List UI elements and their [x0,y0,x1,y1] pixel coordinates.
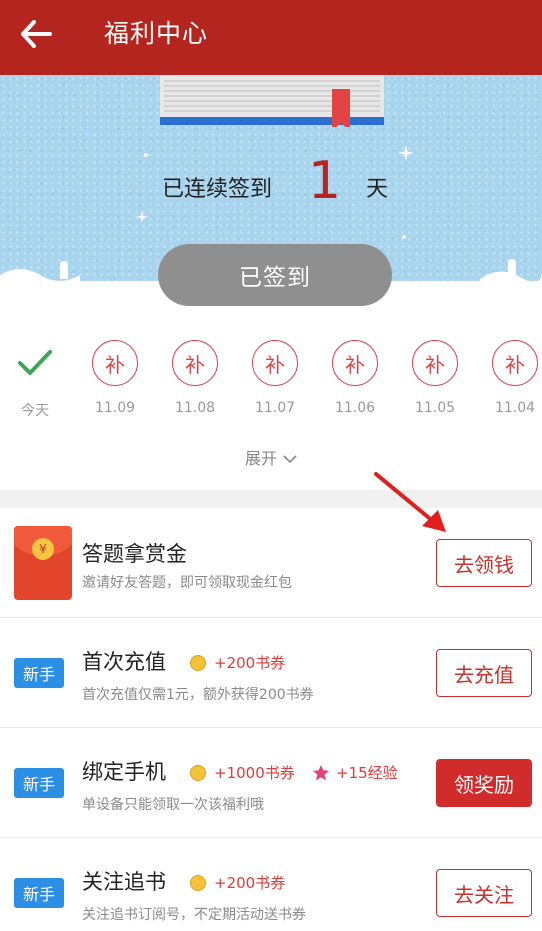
newbie-badge: 新手 [14,658,64,688]
checkin-day-strip: 今天 补 11.09 补 11.08 补 11.07 补 11.06 补 11.… [0,330,542,430]
arrow-left-icon [21,20,52,48]
day-label: 11.07 [254,400,296,416]
top-bar: 福利中心 [0,0,542,75]
checkin-suffix: 天 [366,177,389,202]
back-button[interactable] [14,12,58,56]
expand-label: 展开 [244,449,277,468]
task-row: 新手 关注追书 +200书券 关注追书订阅号，不定期活动送书券 去关注 [0,838,542,931]
makeup-checkin-button[interactable]: 补 [92,340,138,386]
checkin-days-count: 1 [308,151,342,211]
makeup-checkin-button[interactable]: 补 [492,340,538,386]
makeup-checkin-button[interactable]: 补 [172,340,218,386]
newbie-badge: 新手 [14,768,64,798]
day-label: 11.06 [334,400,376,416]
day-item[interactable]: 补 11.08 [160,330,230,416]
task-name: 关注追书 [82,870,166,894]
task-reward-exp: +15经验 [312,762,398,783]
makeup-checkin-button[interactable]: 补 [252,340,298,386]
section-divider [0,490,542,508]
task-row: ¥ 答题拿赏金 邀请好友答题，即可领取现金红包 去领钱 [0,508,542,618]
coin-icon [190,874,206,891]
signed-in-button[interactable]: 已签到 [158,244,392,306]
coin-icon [190,764,206,781]
coin-icon [190,654,206,671]
book-icon [160,75,384,127]
sparkle-icon [136,211,148,223]
day-label: 11.09 [94,400,136,416]
recharge-button[interactable]: 去充值 [436,649,532,697]
task-reward: +1000书券 [190,762,295,783]
claim-reward-button[interactable]: 领奖励 [436,759,532,807]
red-packet-icon: ¥ [14,526,72,600]
day-label: 今天 [21,403,49,419]
task-name: 答题拿赏金 [82,542,187,566]
task-reward: +200书券 [190,652,285,673]
task-desc: 单设备只能领取一次该福利哦 [82,797,264,813]
day-item[interactable]: 补 11.07 [240,330,310,416]
makeup-checkin-button[interactable]: 补 [332,340,378,386]
task-reward: +200书券 [190,872,285,893]
day-label: 11.04 [494,400,536,416]
task-row: 新手 绑定手机 +1000书券 +15经验 单设备只能领取一次该福利哦 领奖励 [0,728,542,838]
task-name: 绑定手机 [82,760,166,784]
chevron-down-icon [283,455,297,464]
task-row: 新手 首次充值 +200书券 首次充值仅需1元，额外获得200书券 去充值 [0,618,542,728]
claim-cash-button[interactable]: 去领钱 [436,539,532,587]
task-desc: 邀请好友答题，即可领取现金红包 [82,575,292,591]
task-desc: 首次充值仅需1元，额外获得200书券 [82,687,314,703]
task-name: 首次充值 [82,650,166,674]
makeup-checkin-button[interactable]: 补 [412,340,458,386]
day-item[interactable]: 补 11.04 [480,330,542,416]
star-icon [312,764,330,781]
newbie-badge: 新手 [14,878,64,908]
day-item: 今天 [0,330,70,420]
task-desc: 关注追书订阅号，不定期活动送书券 [82,907,306,923]
day-label: 11.05 [414,400,456,416]
checkin-prefix: 已连续签到 [162,177,273,202]
page-title: 福利中心 [104,19,209,48]
day-item[interactable]: 补 11.06 [320,330,390,416]
day-item[interactable]: 补 11.05 [400,330,470,416]
day-item[interactable]: 补 11.09 [80,330,150,416]
follow-button[interactable]: 去关注 [436,869,532,917]
expand-toggle[interactable]: 展开 [0,445,542,469]
day-label: 11.08 [174,400,216,416]
sparkle-icon [398,145,414,161]
checkmark-icon [12,340,58,386]
red-arrow-annotation [374,472,446,532]
